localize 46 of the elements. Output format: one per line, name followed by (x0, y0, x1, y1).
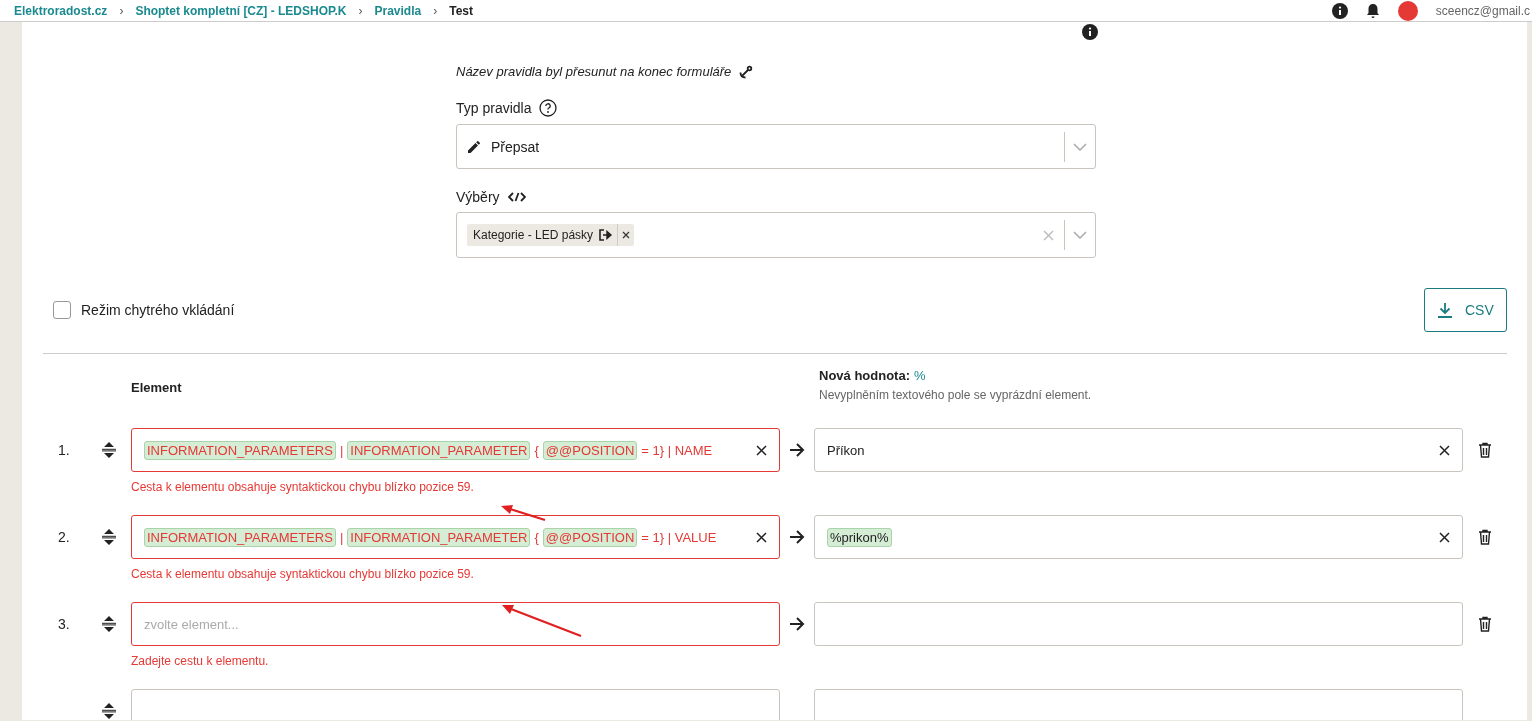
error-message: Zadejte cestu k elementu. (131, 654, 270, 668)
breadcrumb-separator: › (119, 3, 124, 18)
checkbox-label: Režim chytrého vkládání (81, 302, 235, 318)
rule-name-note: Název pravidla byl přesunut na konec formuláře (456, 64, 732, 79)
path-text: | (339, 529, 344, 545)
selections-select[interactable]: Kategorie - LED pásky (456, 212, 1096, 258)
path-text: { (534, 529, 539, 545)
breadcrumb-current: Test (449, 3, 473, 18)
path-text: { (534, 442, 539, 458)
path-text: | (339, 442, 344, 458)
path-text: = 1} | VALUE (641, 529, 717, 545)
placeholder-text: zvolte element... (144, 616, 239, 632)
field-label: Výběry (456, 189, 500, 205)
selection-tag: Kategorie - LED pásky (467, 224, 635, 246)
row-number: 2. (58, 529, 70, 545)
row-number: 3. (58, 616, 70, 632)
column-header: Nová hodnota: (819, 368, 910, 383)
breadcrumb-link[interactable]: Shoptet kompletní [CZ] - LEDSHOP.K (135, 3, 347, 18)
breadcrumb-link[interactable]: Elektroradost.cz (14, 3, 108, 18)
help-text: Nevyplněním textového pole se vyprázdní element. (819, 388, 1093, 402)
path-text: Příkon (827, 442, 865, 458)
column-header: Element (131, 380, 183, 397)
element-path-field[interactable]: INFORMATION_PARAMETERS | INFORMATION_PARAMETER { @@POSITION = 1} | VALUE (131, 515, 780, 559)
field-label: Typ pravidla (456, 100, 532, 116)
row-number: 1. (58, 442, 70, 458)
csv-download-button[interactable]: CSV (1424, 288, 1507, 332)
error-message: Cesta k elementu obsahuje syntaktickou chybu blízko pozice 59. (131, 480, 475, 494)
breadcrumb-link[interactable]: Pravidla (374, 3, 422, 18)
token-chip: @@POSITION (542, 440, 638, 460)
rule-type-select[interactable]: Přepsat (456, 124, 1096, 169)
user-email: sceencz@gmail.c (1435, 3, 1530, 18)
token-chip: INFORMATION_PARAMETERS (144, 440, 336, 460)
element-path-field[interactable]: INFORMATION_PARAMETERS | INFORMATION_PARAMETER { @@POSITION = 1} | NAME (131, 428, 780, 472)
token-chip: INFORMATION_PARAMETER (347, 440, 531, 460)
breadcrumb-separator: › (358, 3, 363, 18)
token-chip: %prikon% (827, 527, 892, 547)
error-message: Cesta k elementu obsahuje syntaktickou chybu blízko pozice 59. (131, 567, 475, 581)
new-value-field[interactable]: Příkon (814, 428, 1463, 472)
new-value-field[interactable]: %prikon% (814, 515, 1463, 559)
token-chip: INFORMATION_PARAMETER (347, 527, 531, 547)
path-text: = 1} | NAME (641, 442, 713, 458)
breadcrumb-separator: › (433, 3, 438, 18)
element-path-field[interactable]: zvolte element... (131, 602, 780, 646)
token-chip: @@POSITION (542, 527, 638, 547)
token-chip: INFORMATION_PARAMETERS (144, 527, 336, 547)
placeholder-hint: % (914, 368, 926, 383)
